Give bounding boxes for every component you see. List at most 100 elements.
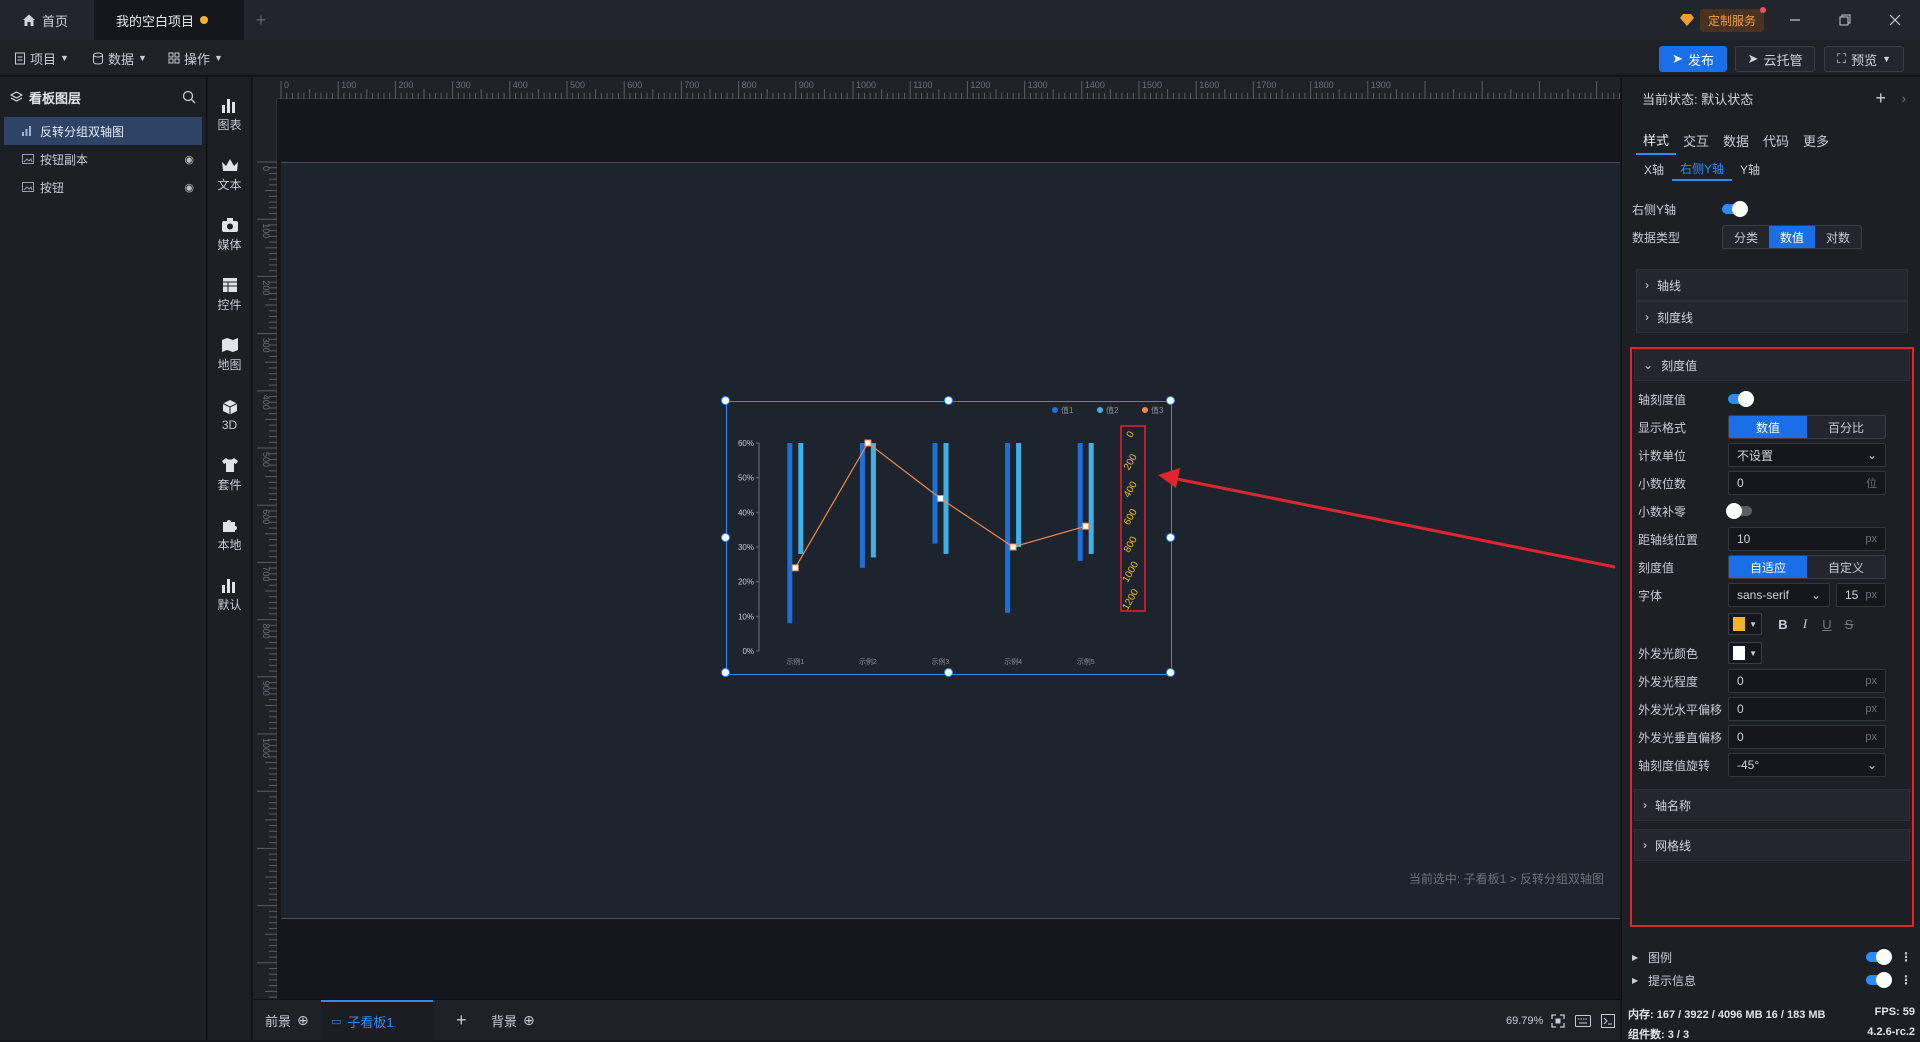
resize-handle[interactable] (944, 396, 953, 405)
plus-circle-icon[interactable]: ⊕ (297, 1012, 309, 1029)
preview-button[interactable]: ⛶ 预览 ▼ (1824, 46, 1904, 72)
plus-circle-icon[interactable]: ⊕ (523, 1012, 535, 1029)
rail-control[interactable]: 控件 (208, 265, 251, 325)
ruler-label: 800 (261, 624, 271, 639)
subtab-x-axis[interactable]: X轴 (1636, 157, 1672, 181)
tooltip-toggle[interactable] (1866, 972, 1892, 988)
decimal-pad-toggle[interactable] (1726, 503, 1752, 519)
tab-code[interactable]: 代码 (1756, 125, 1796, 155)
decimal-input[interactable]: 0位 (1728, 471, 1886, 495)
section-tick-line[interactable]: › 刻度线 (1636, 301, 1908, 333)
tick-value-custom[interactable]: 自定义 (1807, 556, 1885, 578)
layer-item[interactable]: 按钮 ◉ (0, 173, 206, 201)
row-legend[interactable]: ▶ 图例 ⋮ (1632, 943, 1912, 971)
italic-icon[interactable]: I (1794, 616, 1816, 632)
row-tooltip[interactable]: ▶ 提示信息 ⋮ (1632, 972, 1912, 988)
axis-tick-value-toggle[interactable] (1728, 391, 1754, 407)
resize-handle[interactable] (721, 668, 730, 677)
rail-media[interactable]: 媒体 (208, 205, 251, 265)
section-grid[interactable]: › 网格线 (1634, 829, 1910, 861)
row-font: 字体 sans-serif ⌄ 15 px (1638, 581, 1914, 609)
shirt-icon (221, 458, 238, 472)
resize-handle[interactable] (1166, 668, 1175, 677)
minimize-button[interactable] (1780, 8, 1810, 32)
publish-button[interactable]: ➤ 发布 (1659, 46, 1727, 72)
cloud-hosting-button[interactable]: ➤ 云托管 (1735, 46, 1815, 72)
tab-interaction[interactable]: 交互 (1676, 125, 1716, 155)
rail-text[interactable]: 文本 (208, 145, 251, 205)
font-size-input[interactable]: 15 px (1836, 583, 1886, 607)
tab-project[interactable]: 我的空白项目 (94, 0, 244, 40)
keyboard-icon[interactable] (1575, 1014, 1591, 1027)
new-tab-button[interactable]: + (246, 0, 276, 40)
strikethrough-icon[interactable]: S (1838, 617, 1860, 632)
glow-color-picker[interactable]: ▼ (1728, 642, 1762, 664)
rail-map[interactable]: 地图 (208, 325, 251, 385)
search-icon[interactable] (182, 90, 196, 104)
count-unit-select[interactable]: 不设置 ⌄ (1728, 443, 1886, 467)
rail-chart[interactable]: 图表 (208, 85, 251, 145)
tab-more[interactable]: 更多 (1796, 125, 1836, 155)
plus-icon[interactable]: + (1875, 88, 1886, 109)
eye-hidden-icon[interactable]: ◉ (184, 153, 194, 166)
ruler-label: 300 (456, 80, 471, 90)
eye-hidden-icon[interactable]: ◉ (184, 181, 194, 194)
custom-service-button[interactable]: 定制服务 (1680, 6, 1767, 32)
bold-icon[interactable]: B (1772, 617, 1794, 632)
subtab-right-y-axis[interactable]: 右侧Y轴 (1672, 157, 1733, 181)
chart-component[interactable]: 值1 值2 值3 60% 50% 40% 30% 20% 10% 0% 示例1 示例2 示例3 示例4 示例… (721, 396, 1175, 677)
legend-toggle[interactable] (1866, 949, 1892, 965)
tab-subboard[interactable]: ▭ 子看板1 (321, 1000, 433, 1041)
axis-distance-input[interactable]: 10 px (1728, 527, 1886, 551)
tab-style[interactable]: 样式 (1636, 125, 1676, 155)
layer-item[interactable]: 反转分组双轴图 (4, 117, 202, 145)
format-percent[interactable]: 百分比 (1807, 416, 1885, 438)
legend-label: 图例 (1648, 950, 1673, 965)
resize-handle[interactable] (1166, 396, 1175, 405)
data-type-log[interactable]: 对数 (1815, 226, 1861, 248)
chevron-right-icon[interactable]: › (1902, 91, 1906, 106)
resize-handle[interactable] (721, 533, 730, 542)
rotate-select[interactable]: -45° ⌄ (1728, 753, 1886, 777)
right-y-toggle[interactable] (1722, 201, 1748, 217)
tab-foreground[interactable]: 前景 ⊕ (265, 1000, 309, 1041)
data-type-value[interactable]: 数值 (1769, 226, 1815, 248)
terminal-icon[interactable] (1601, 1013, 1615, 1028)
fit-screen-icon[interactable] (1551, 1013, 1565, 1028)
rail-local[interactable]: 本地 (208, 505, 251, 565)
glow-v-input[interactable]: 0 px (1728, 725, 1886, 749)
tab-home[interactable]: 首页 (0, 0, 94, 40)
chevron-right-icon: › (1645, 310, 1649, 324)
menu-operate[interactable]: 操作 ▼ (168, 46, 223, 70)
subtab-y-axis[interactable]: Y轴 (1732, 157, 1768, 181)
more-vertical-icon[interactable]: ⋮ (1900, 973, 1912, 987)
layer-item[interactable]: 按钮副本 ◉ (0, 145, 206, 173)
add-board-button[interactable]: + (456, 1000, 467, 1041)
resize-handle[interactable] (721, 396, 730, 405)
font-color-picker[interactable]: ▼ (1728, 613, 1762, 635)
state-value[interactable]: 默认状态 (1701, 89, 1753, 108)
section-axis-name[interactable]: › 轴名称 (1634, 789, 1910, 821)
tick-value-auto[interactable]: 自适应 (1729, 556, 1807, 578)
menu-data[interactable]: 数据 ▼ (92, 46, 147, 70)
resize-handle[interactable] (944, 668, 953, 677)
rail-default[interactable]: 默认 (208, 565, 251, 625)
section-axis-line[interactable]: › 轴线 (1636, 269, 1908, 301)
font-family-select[interactable]: sans-serif ⌄ (1728, 583, 1830, 607)
menu-project[interactable]: 项目 ▼ (14, 46, 69, 70)
rail-3d[interactable]: 3D (208, 385, 251, 445)
unit-px: px (1865, 675, 1877, 687)
glow-h-input[interactable]: 0 px (1728, 697, 1886, 721)
zoom-level[interactable]: 69.79% (1506, 1000, 1543, 1041)
data-type-category[interactable]: 分类 (1723, 226, 1769, 248)
close-button[interactable] (1880, 8, 1910, 32)
restore-button[interactable] (1830, 8, 1860, 32)
tab-data[interactable]: 数据 (1716, 125, 1756, 155)
more-vertical-icon[interactable]: ⋮ (1900, 950, 1912, 964)
section-tick-value[interactable]: ⌄ 刻度值 (1634, 349, 1910, 381)
rail-kit[interactable]: 套件 (208, 445, 251, 505)
underline-icon[interactable]: U (1816, 617, 1838, 632)
tab-background[interactable]: 背景 ⊕ (491, 1000, 535, 1041)
glow-level-input[interactable]: 0 px (1728, 669, 1886, 693)
format-number[interactable]: 数值 (1729, 416, 1807, 438)
